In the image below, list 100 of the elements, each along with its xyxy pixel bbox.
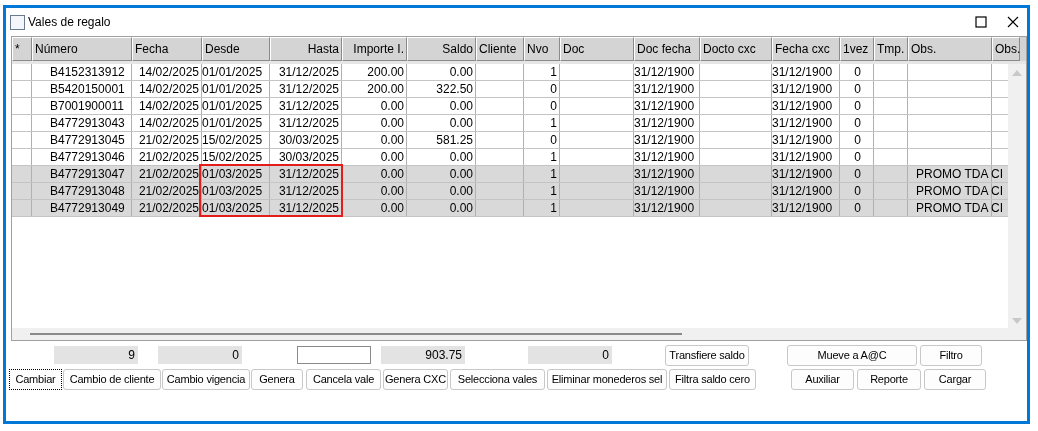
table-cell: PROMO TDA CI bbox=[916, 167, 1004, 181]
table-cell: 01/03/2025 bbox=[202, 167, 263, 181]
table-cell: 0.00 bbox=[380, 99, 404, 113]
column-header[interactable]: Importe I. bbox=[342, 37, 407, 61]
table-cell: 581.25 bbox=[436, 133, 473, 147]
maximize-icon[interactable] bbox=[975, 16, 987, 28]
column-header[interactable]: Fecha cxc bbox=[772, 37, 840, 61]
table-cell: 0.00 bbox=[449, 167, 473, 181]
column-header[interactable]: Obs. bbox=[908, 37, 992, 61]
table-cell: 0.00 bbox=[449, 184, 473, 198]
table-cell: 31/12/1900 bbox=[772, 99, 833, 113]
table-cell: 01/01/2025 bbox=[202, 99, 263, 113]
table-cell: 31/12/2025 bbox=[278, 82, 339, 96]
window-icon bbox=[10, 14, 25, 30]
table-cell: 0.00 bbox=[449, 201, 473, 215]
table-cell: 0 bbox=[854, 167, 861, 181]
total-readout: 0 bbox=[158, 346, 242, 364]
column-header[interactable]: Saldo bbox=[407, 37, 476, 61]
scrollbar-thumb[interactable] bbox=[30, 333, 682, 335]
action-button[interactable]: Cargar bbox=[924, 368, 986, 390]
total-readout: 903.75 bbox=[381, 346, 465, 364]
table-cell: 0 bbox=[854, 150, 861, 164]
table-cell: 0 bbox=[854, 65, 861, 79]
table-cell: B4772913048 bbox=[50, 184, 125, 198]
table-cell: 0 bbox=[854, 133, 861, 147]
column-header[interactable]: Desde bbox=[202, 37, 270, 61]
table-cell: 21/02/2025 bbox=[138, 133, 199, 147]
action-button[interactable]: Selecciona vales bbox=[450, 368, 545, 390]
table-cell: 01/01/2025 bbox=[202, 116, 263, 130]
input-field[interactable] bbox=[297, 346, 371, 364]
table-cell: 31/12/1900 bbox=[634, 184, 695, 198]
column-header[interactable]: Doc fecha bbox=[634, 37, 700, 61]
column-header[interactable]: Docto cxc bbox=[700, 37, 772, 61]
action-button[interactable]: Cambio de cliente bbox=[63, 368, 161, 390]
column-header[interactable]: Nvo bbox=[524, 37, 560, 61]
action-button[interactable]: Cambio vigencia bbox=[162, 368, 250, 390]
table-cell: 200.00 bbox=[367, 65, 404, 79]
window-title: Vales de regalo bbox=[28, 15, 111, 29]
action-button[interactable]: Cancela vale bbox=[306, 368, 381, 390]
table-cell: 31/12/1900 bbox=[634, 99, 695, 113]
table-cell: B5420150001 bbox=[50, 82, 125, 96]
table-cell: B4772913047 bbox=[50, 167, 125, 181]
action-button[interactable]: Eliminar monederos sel bbox=[547, 368, 667, 390]
action-button[interactable]: Transfiere saldo bbox=[665, 344, 749, 366]
table-cell: 30/03/2025 bbox=[278, 133, 339, 147]
action-button[interactable]: Genera CXC bbox=[383, 368, 448, 390]
table-cell: 31/12/2025 bbox=[278, 201, 339, 215]
table-cell: 15/02/2025 bbox=[202, 133, 263, 147]
action-button[interactable]: Genera bbox=[251, 368, 303, 390]
table-cell: 0 bbox=[854, 184, 861, 198]
table-cell: 31/12/1900 bbox=[634, 150, 695, 164]
action-button[interactable]: Mueve a A@C bbox=[787, 344, 917, 366]
table-cell: PROMO TDA CI bbox=[916, 184, 1004, 198]
column-header[interactable]: Doc bbox=[560, 37, 634, 61]
table-cell: 14/02/2025 bbox=[138, 82, 199, 96]
table-cell: PROMO TDA CI bbox=[916, 201, 1004, 215]
action-button[interactable]: Filtro bbox=[920, 344, 982, 366]
table-cell: B7001900011 bbox=[50, 99, 124, 113]
table-cell: 1 bbox=[550, 150, 557, 164]
table-cell: 1 bbox=[550, 116, 557, 130]
table-cell: 31/12/2025 bbox=[278, 99, 339, 113]
table-cell: 21/02/2025 bbox=[138, 167, 199, 181]
table-cell: 1 bbox=[550, 65, 557, 79]
column-header[interactable]: Fecha bbox=[132, 37, 202, 61]
table-cell: 31/12/2025 bbox=[278, 167, 339, 181]
table-cell: 0.00 bbox=[380, 133, 404, 147]
table-cell: 31/12/1900 bbox=[772, 116, 833, 130]
table-cell: 31/12/1900 bbox=[634, 65, 695, 79]
table-cell: 0.00 bbox=[380, 116, 404, 130]
action-button[interactable]: Reporte bbox=[857, 368, 921, 390]
table-cell: 31/12/1900 bbox=[634, 201, 695, 215]
table-cell: 0 bbox=[854, 82, 861, 96]
column-header[interactable]: Hasta bbox=[270, 37, 342, 61]
table-cell: 01/01/2025 bbox=[202, 82, 263, 96]
horizontal-scrollbar[interactable] bbox=[12, 328, 1026, 340]
action-button[interactable]: Auxiliar bbox=[791, 368, 854, 390]
table-cell: 0.00 bbox=[380, 150, 404, 164]
action-button[interactable]: Filtra saldo cero bbox=[669, 368, 756, 390]
table-cell: 14/02/2025 bbox=[138, 65, 199, 79]
table-cell: 31/12/1900 bbox=[634, 116, 695, 130]
table-cell: 31/12/1900 bbox=[772, 82, 833, 96]
total-readout: 0 bbox=[528, 346, 612, 364]
column-header[interactable]: Número bbox=[32, 37, 132, 61]
table-cell: 0.00 bbox=[380, 184, 404, 198]
table-cell: 0 bbox=[550, 82, 557, 96]
table-cell: 14/02/2025 bbox=[138, 99, 199, 113]
table-cell: 0 bbox=[550, 133, 557, 147]
column-header[interactable]: Tmp. bbox=[874, 37, 908, 61]
action-button[interactable]: Cambiar bbox=[9, 368, 62, 390]
table-cell: 0 bbox=[854, 201, 861, 215]
column-header[interactable]: 1vez bbox=[840, 37, 874, 61]
close-icon[interactable] bbox=[1007, 16, 1019, 28]
column-header[interactable]: Cliente bbox=[476, 37, 524, 61]
table-cell: 0.00 bbox=[449, 150, 473, 164]
table-cell: 14/02/2025 bbox=[138, 116, 199, 130]
table-cell: 31/12/2025 bbox=[278, 65, 339, 79]
table-cell: B4772913043 bbox=[50, 116, 125, 130]
table-cell: B4152313912 bbox=[50, 65, 125, 79]
column-header[interactable]: Obs. bbox=[992, 37, 1020, 61]
column-header[interactable]: * bbox=[12, 37, 32, 61]
